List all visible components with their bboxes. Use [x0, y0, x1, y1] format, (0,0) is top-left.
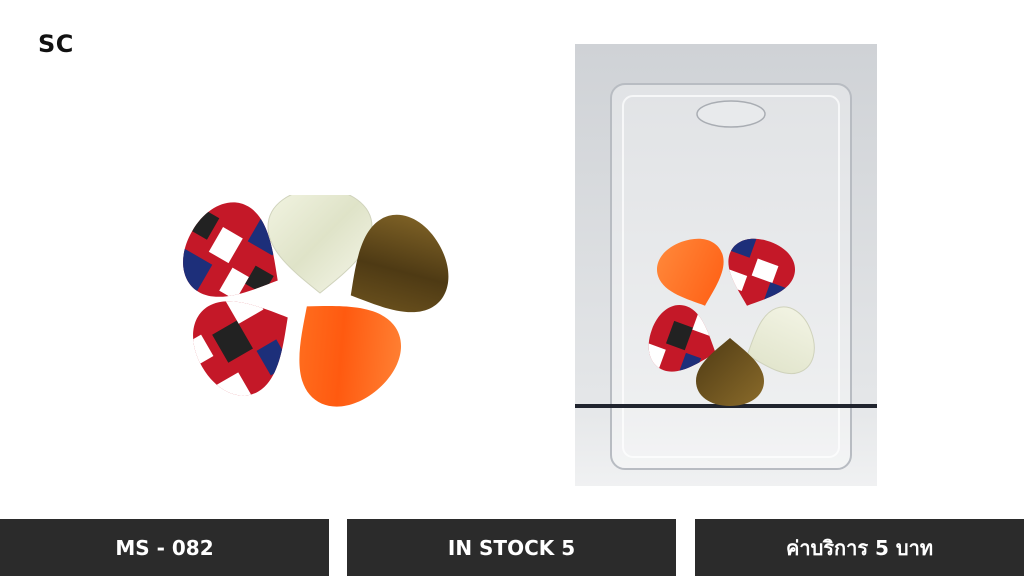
service-fee-bar: ค่าบริการ 5 บาท	[695, 519, 1024, 576]
product-code-label: MS - 082	[115, 535, 214, 560]
loose-picks-image	[167, 195, 465, 415]
stock-label: IN STOCK 5	[447, 535, 576, 560]
packaged-picks-image	[575, 44, 877, 486]
brand-logo: SC	[38, 30, 74, 58]
product-code-bar: MS - 082	[0, 519, 329, 576]
stock-bar: IN STOCK 5	[347, 519, 676, 576]
pick-multicolor-icon	[177, 274, 313, 410]
service-fee-label: ค่าบริการ 5 บาท	[785, 535, 934, 560]
